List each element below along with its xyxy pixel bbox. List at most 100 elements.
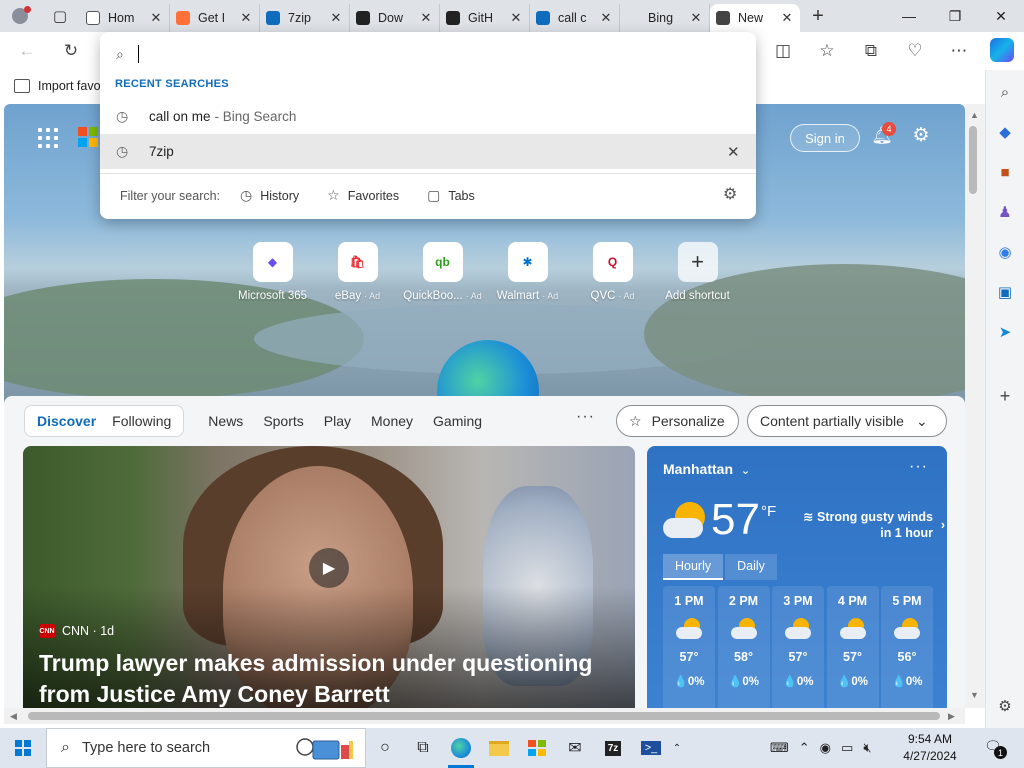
weather-card[interactable]: Manhattan ⌄ ··· 57 °F ≋ Strong gusty win… xyxy=(647,446,947,708)
horizontal-scroll-thumb[interactable] xyxy=(28,712,940,720)
mail-icon[interactable]: ✉ xyxy=(556,728,594,768)
tab-following[interactable]: Following xyxy=(104,413,179,429)
vertical-scrollbar[interactable]: ▲ ▼ xyxy=(965,104,985,708)
play-video-icon[interactable]: ▶ xyxy=(309,548,349,588)
filter-tabs-button[interactable]: ▢ Tabs xyxy=(427,187,475,204)
action-center-icon[interactable]: 🗨︎ 1 xyxy=(984,738,1007,759)
sidebar-tools-icon[interactable]: ■ xyxy=(993,160,1017,184)
favorites-button[interactable]: ☆ xyxy=(812,36,842,66)
close-window-button[interactable]: ✕ xyxy=(978,0,1024,32)
remove-search-close-icon[interactable]: ✕ xyxy=(727,143,740,161)
tab-money[interactable]: Money xyxy=(361,413,423,429)
sidebar-m365-icon[interactable]: ◉ xyxy=(993,240,1017,264)
tab-close-icon[interactable]: ✕ xyxy=(509,10,523,26)
tab-hourly[interactable]: Hourly xyxy=(663,554,724,580)
taskbar-search-box[interactable]: ⌕ Type here to search xyxy=(46,728,366,768)
horizontal-scrollbar[interactable]: ◀ ▶ xyxy=(4,708,965,724)
tab-close-icon[interactable]: ✕ xyxy=(239,10,253,26)
browser-tab[interactable]: GitH ✕ xyxy=(440,4,530,32)
top-story-card[interactable]: ▶ CNN CNN · 1d Trump lawyer makes admiss… xyxy=(23,446,635,708)
tab-gaming[interactable]: Gaming xyxy=(423,413,492,429)
browser-tab[interactable]: 7zip ✕ xyxy=(260,4,350,32)
search-settings-gear-icon[interactable]: ⚙ xyxy=(723,184,737,204)
scroll-left-arrow-icon[interactable]: ◀ xyxy=(10,711,17,722)
restore-button[interactable]: ❐ xyxy=(932,0,978,32)
tab-close-icon[interactable]: ✕ xyxy=(149,10,163,26)
personalize-button[interactable]: ☆ Personalize xyxy=(616,405,739,437)
shortcut-tile[interactable]: ✱ Walmart · Ad xyxy=(485,242,570,302)
shortcut-tile[interactable]: qb QuickBoo... · Ad xyxy=(400,242,485,302)
filter-favorites-button[interactable]: ☆ Favorites xyxy=(327,187,399,204)
story-headline[interactable]: Trump lawyer makes admission under quest… xyxy=(39,648,619,708)
task-view-icon[interactable]: ⧉ xyxy=(404,728,442,768)
page-settings-gear-icon[interactable]: ⚙ xyxy=(908,124,934,150)
settings-menu-button[interactable]: ⋯ xyxy=(944,36,974,66)
hourly-forecast-item[interactable]: 2 PM 58° 💧0% xyxy=(717,586,770,708)
weather-condition[interactable]: ≋ Strong gusty winds in 1 hour › xyxy=(793,509,945,541)
performance-button[interactable]: ♡ xyxy=(900,36,930,66)
taskbar-clock[interactable]: 9:54 AM 4/27/2024 xyxy=(888,731,972,765)
minimize-button[interactable]: — xyxy=(886,0,932,32)
tab-discover[interactable]: Discover xyxy=(29,413,104,429)
collections-button[interactable]: ⧉ xyxy=(856,36,886,66)
task-view-cortana-icon[interactable]: ○ xyxy=(366,728,404,768)
tab-close-icon[interactable]: ✕ xyxy=(329,10,343,26)
tab-close-icon[interactable]: ✕ xyxy=(599,10,613,26)
address-bar-input[interactable]: ⌕ xyxy=(116,42,716,66)
chevron-up-icon[interactable]: ⌃ xyxy=(799,740,810,756)
sign-in-button[interactable]: Sign in xyxy=(790,124,860,152)
browser-tab[interactable]: call c ✕ xyxy=(530,4,620,32)
split-screen-button[interactable]: ◫ xyxy=(768,36,798,66)
import-favorites-link[interactable]: Import favo xyxy=(38,79,101,93)
7zip-taskbar-icon[interactable]: 7z xyxy=(594,728,632,768)
tab-sports[interactable]: Sports xyxy=(253,413,313,429)
weather-location[interactable]: Manhattan ⌄ xyxy=(663,461,750,477)
sidebar-send-icon[interactable]: ➤ xyxy=(993,320,1017,344)
edge-taskbar-icon[interactable] xyxy=(442,728,480,768)
tab-news[interactable]: News xyxy=(198,413,253,429)
keyboard-icon[interactable]: ⌨ xyxy=(770,740,789,756)
scroll-right-arrow-icon[interactable]: ▶ xyxy=(948,711,955,722)
content-visibility-dropdown[interactable]: Content partially visible ⌄ xyxy=(747,405,947,437)
browser-tab[interactable]: New ✕ xyxy=(710,4,800,32)
vertical-scroll-thumb[interactable] xyxy=(969,126,977,194)
back-button[interactable]: ← xyxy=(12,36,42,66)
sidebar-settings-icon[interactable]: ⚙ xyxy=(993,694,1017,718)
network-icon[interactable]: ▭ xyxy=(841,740,853,756)
tab-close-icon[interactable]: ✕ xyxy=(419,10,433,26)
hourly-forecast-item[interactable]: 5 PM 56° 💧0% xyxy=(881,586,933,708)
new-tab-button[interactable]: + xyxy=(800,0,836,32)
powershell-icon[interactable]: >_ xyxy=(632,728,670,768)
tab-close-icon[interactable]: ✕ xyxy=(689,10,703,26)
hourly-forecast-item[interactable]: 4 PM 57° 💧0% xyxy=(826,586,879,708)
browser-tab[interactable]: Get I ✕ xyxy=(170,4,260,32)
hourly-forecast-item[interactable]: 1 PM 57° 💧0% xyxy=(663,586,715,708)
copilot-icon[interactable] xyxy=(990,38,1014,62)
tab-close-icon[interactable]: ✕ xyxy=(780,10,794,26)
sidebar-games-icon[interactable]: ♟ xyxy=(993,200,1017,224)
shortcut-tile[interactable]: 🛍 eBay · Ad xyxy=(315,242,400,302)
browser-tab[interactable]: Hom ✕ xyxy=(80,4,170,32)
refresh-button[interactable]: ↻ xyxy=(56,36,86,66)
store-icon[interactable] xyxy=(518,728,556,768)
recent-search-item[interactable]: ◷ 7zip ✕ xyxy=(100,134,756,169)
scroll-up-arrow-icon[interactable]: ▲ xyxy=(970,110,979,120)
app-launcher-icon[interactable] xyxy=(38,128,58,148)
meet-now-icon[interactable]: ◉ xyxy=(820,740,831,756)
feed-more-icon[interactable]: ··· xyxy=(576,408,595,426)
sidebar-add-icon[interactable]: + xyxy=(993,384,1017,408)
shortcut-tile[interactable]: Q QVC · Ad xyxy=(570,242,655,302)
weather-more-icon[interactable]: ··· xyxy=(909,458,928,476)
sidebar-search-icon[interactable]: ⌕ xyxy=(993,80,1017,104)
sidebar-outlook-icon[interactable]: ▣ xyxy=(993,280,1017,304)
tab-actions-button[interactable]: ▢ xyxy=(40,0,80,32)
recent-search-item[interactable]: ◷ call on me - Bing Search xyxy=(100,99,756,134)
volume-muted-icon[interactable]: 🔇︎ xyxy=(863,740,871,756)
start-button[interactable] xyxy=(0,728,46,768)
tab-play[interactable]: Play xyxy=(314,413,361,429)
scroll-down-arrow-icon[interactable]: ▼ xyxy=(970,690,979,700)
shortcut-tile[interactable]: ◆ Microsoft 365 xyxy=(230,242,315,302)
file-explorer-icon[interactable] xyxy=(480,728,518,768)
taskbar-overflow-icon[interactable]: ⌃ xyxy=(670,728,684,768)
hourly-forecast-item[interactable]: 3 PM 57° 💧0% xyxy=(772,586,824,708)
